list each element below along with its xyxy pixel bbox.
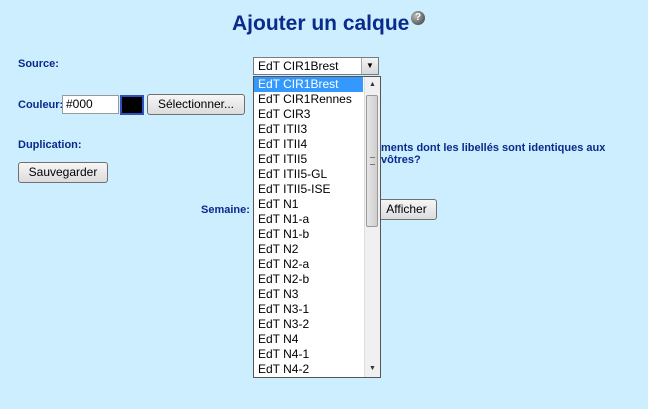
dropdown-option[interactable]: EdT ITII5-GL bbox=[254, 167, 363, 182]
dropdown-option[interactable]: EdT ITII3 bbox=[254, 122, 363, 137]
source-label: Source: bbox=[18, 58, 59, 70]
scroll-down-icon[interactable]: ▼ bbox=[365, 361, 380, 377]
source-select-value: EdT CIR1Brest bbox=[258, 59, 339, 73]
color-field[interactable]: #000 bbox=[62, 95, 119, 114]
dropdown-option[interactable]: EdT CIR3 bbox=[254, 107, 363, 122]
dropdown-option[interactable]: EdT N3-1 bbox=[254, 302, 363, 317]
source-dropdown-list[interactable]: EdT CIR1Brest EdT CIR1Rennes EdT CIR3 EdT I… bbox=[253, 76, 381, 378]
save-button[interactable]: Sauvegarder bbox=[18, 162, 108, 183]
dropdown-option[interactable]: EdT CIR1Brest bbox=[254, 77, 363, 92]
scroll-up-icon[interactable]: ▲ bbox=[365, 77, 380, 93]
scroll-thumb[interactable] bbox=[366, 95, 378, 227]
dropdown-option[interactable]: EdT N1 bbox=[254, 197, 363, 212]
dropdown-option[interactable]: EdT N2-b bbox=[254, 272, 363, 287]
dropdown-option[interactable]: EdT N2 bbox=[254, 242, 363, 257]
grip-icon bbox=[370, 157, 375, 165]
dropdown-option[interactable]: EdT N4 bbox=[254, 332, 363, 347]
show-button[interactable]: Afficher bbox=[376, 199, 437, 220]
color-swatch[interactable] bbox=[120, 95, 144, 115]
dropdown-option[interactable]: EdT N3 bbox=[254, 287, 363, 302]
dropdown-option[interactable]: EdT N2-a bbox=[254, 257, 363, 272]
duplication-label: Duplication: bbox=[18, 139, 82, 151]
dropdown-option[interactable]: EdT N4-2 bbox=[254, 362, 363, 377]
select-color-button[interactable]: Sélectionner... bbox=[147, 94, 245, 115]
dropdown-option[interactable]: EdT N3-2 bbox=[254, 317, 363, 332]
semaine-label: Semaine: bbox=[201, 204, 250, 216]
couleur-label: Couleur: bbox=[18, 99, 64, 111]
dropdown-option[interactable]: EdT N4-1 bbox=[254, 347, 363, 362]
help-icon[interactable]: ? bbox=[411, 11, 425, 25]
dropdown-option[interactable]: EdT ITII5-ISE bbox=[254, 182, 363, 197]
dropdown-option[interactable]: EdT ITII4 bbox=[254, 137, 363, 152]
dropdown-option[interactable]: EdT N1-b bbox=[254, 227, 363, 242]
chevron-down-icon[interactable]: ▼ bbox=[361, 58, 378, 74]
dropdown-option[interactable]: EdT N1-a bbox=[254, 212, 363, 227]
page-title: Ajouter un calque bbox=[232, 12, 410, 35]
dropdown-option[interactable]: EdT CIR1Rennes bbox=[254, 92, 363, 107]
source-select[interactable]: EdT CIR1Brest ▼ bbox=[253, 57, 379, 75]
dropdown-option[interactable]: EdT ITII5 bbox=[254, 152, 363, 167]
dropdown-scrollbar[interactable]: ▲ ▼ bbox=[364, 77, 380, 377]
duplication-text: ments dont les libellés sont identiques … bbox=[381, 142, 606, 166]
dropdown-options: EdT CIR1Brest EdT CIR1Rennes EdT CIR3 EdT I… bbox=[254, 77, 380, 377]
